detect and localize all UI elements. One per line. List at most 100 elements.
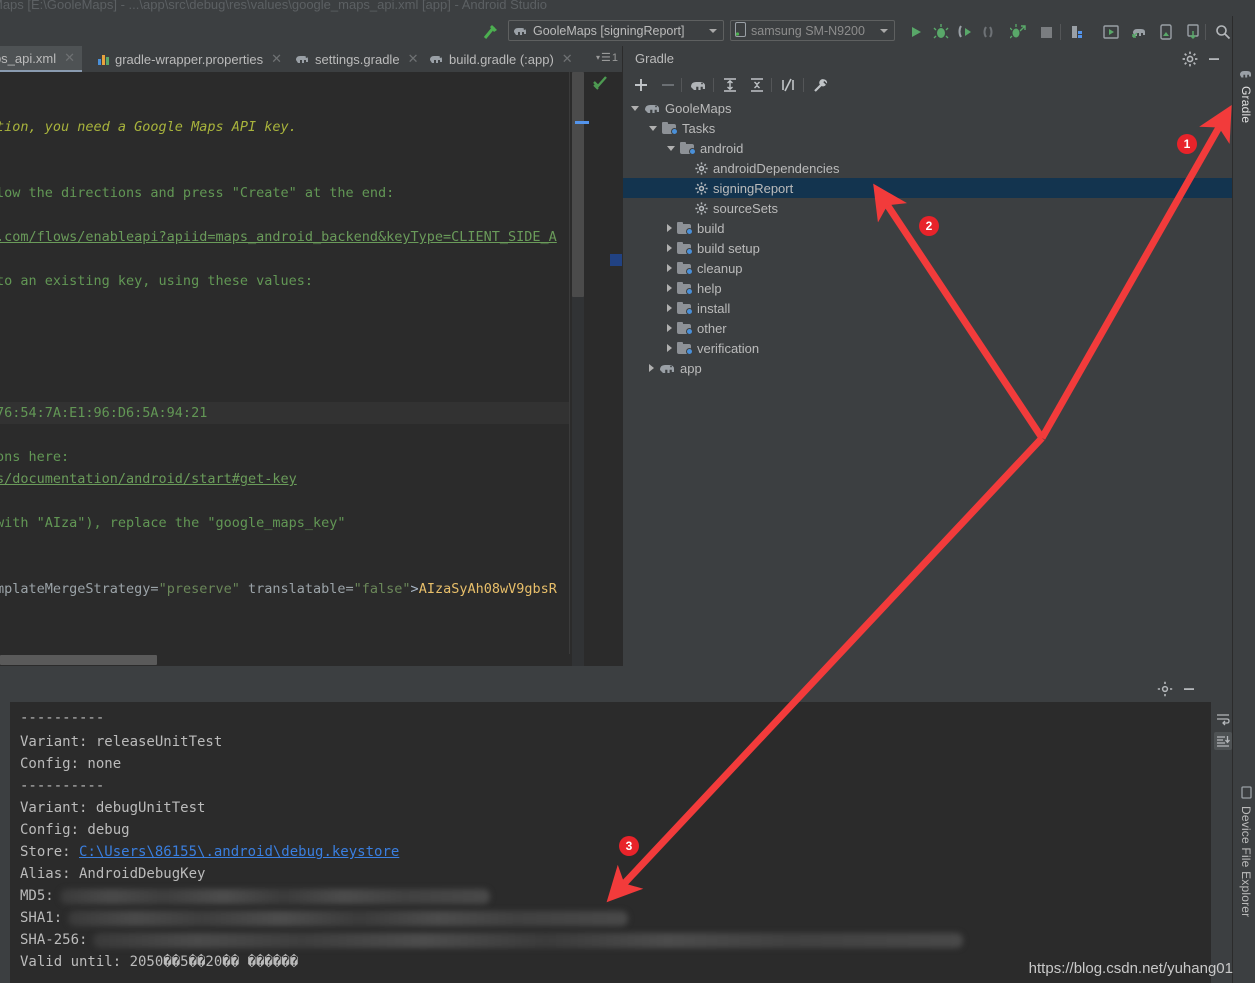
gradle-tree-item-other[interactable]: other — [623, 318, 1234, 338]
xml-attr-name: mplateMergeStrategy= — [0, 581, 159, 597]
chevron-down-icon[interactable] — [631, 105, 639, 111]
minimize-icon[interactable] — [1206, 51, 1222, 67]
gradle-elephant-icon[interactable] — [688, 76, 708, 94]
code-editor[interactable]: tion, you need a Google Maps API key. lo… — [0, 72, 622, 666]
gear-icon[interactable] — [1157, 681, 1173, 697]
run-coverage-icon[interactable] — [955, 21, 977, 43]
chevron-right-icon[interactable] — [667, 264, 672, 272]
attach-debugger-icon[interactable] — [1007, 21, 1029, 43]
gradle-tree-item-label: sourceSets — [713, 200, 779, 216]
close-icon[interactable]: ✕ — [408, 51, 419, 67]
close-icon[interactable]: ✕ — [271, 51, 282, 67]
code-line-link[interactable]: s/documentation/android/start#get-key — [0, 468, 297, 490]
chevron-down-icon[interactable] — [649, 125, 657, 131]
gradle-tree-item-signingreport[interactable]: signingReport — [623, 178, 1234, 198]
editor-tab-google-maps-api-xml[interactable]: aps_api.xml ✕ — [0, 46, 82, 72]
gear-icon[interactable] — [1182, 51, 1198, 67]
chevron-right-icon[interactable] — [667, 224, 672, 232]
gradle-tree-item-build-setup[interactable]: build setup — [623, 238, 1234, 258]
watermark: https://blog.csdn.net/yuhang01 — [1028, 960, 1233, 977]
chevron-right-icon[interactable] — [667, 284, 672, 292]
close-icon[interactable]: ✕ — [562, 51, 573, 67]
run-configuration-selector[interactable]: GooleMaps [signingReport] — [508, 20, 724, 41]
scroll-to-end-icon[interactable] — [1214, 732, 1232, 750]
gradle-elephant-icon — [1239, 68, 1253, 82]
right-rail-tab-device-file-explorer[interactable]: Device File Explorer — [1239, 786, 1253, 917]
profile-icon[interactable] — [980, 21, 1002, 43]
editor-tab-settings-gradle[interactable]: settings.gradle ✕ — [288, 46, 425, 72]
sdk-manager-icon[interactable] — [1068, 21, 1090, 43]
keystore-path-link[interactable]: C:\Users\86155\.android\debug.keystore — [79, 844, 399, 860]
gradle-tree-item-label: Tasks — [682, 120, 716, 136]
right-rail-tab-label: Gradle — [1239, 86, 1253, 124]
phone-icon — [735, 21, 746, 40]
gradle-tree-item-app[interactable]: app — [623, 358, 1234, 378]
editor-hscrollbar-thumb[interactable] — [0, 655, 157, 665]
gradle-task-tree[interactable]: GooleMaps Tasks android androidDependencies… — [623, 98, 1234, 666]
run-icon[interactable] — [905, 21, 927, 43]
add-icon[interactable] — [631, 76, 651, 94]
right-rail-tab-gradle[interactable]: Gradle — [1239, 68, 1253, 123]
layout-inspector-icon[interactable] — [1182, 21, 1204, 43]
gradle-tree-item-android[interactable]: android — [623, 138, 1234, 158]
chevron-right-icon[interactable] — [649, 364, 654, 372]
gradle-tree-item-install[interactable]: install — [623, 298, 1234, 318]
gradle-tree-item-label: cleanup — [697, 260, 743, 276]
chevron-right-icon[interactable] — [667, 304, 672, 312]
redacted-value — [68, 910, 629, 926]
minimize-icon[interactable] — [1181, 681, 1197, 697]
console-label: Store: — [20, 844, 80, 860]
wrap-text-icon[interactable] — [1214, 710, 1232, 728]
chevron-down-icon: ▾ — [595, 53, 600, 62]
chevron-down-icon[interactable] — [880, 28, 888, 33]
xml-attr-name: translatable= — [239, 581, 354, 597]
editor-tab-overflow-button[interactable]: ▾ ☰ 1 — [595, 51, 618, 65]
chevron-right-icon[interactable] — [667, 344, 672, 352]
gradle-tree-item-cleanup[interactable]: cleanup — [623, 258, 1234, 278]
gradle-tree-item-tasks[interactable]: Tasks — [623, 118, 1234, 138]
chevron-right-icon[interactable] — [667, 324, 672, 332]
chevron-down-icon[interactable] — [667, 145, 675, 151]
xml-attr-value: "false" — [353, 581, 411, 597]
editor-marker-bookmark — [575, 121, 589, 124]
close-icon[interactable]: ✕ — [64, 50, 75, 66]
sync-gradle-icon[interactable] — [1128, 21, 1150, 43]
gradle-tree-item-help[interactable]: help — [623, 278, 1234, 298]
wrench-settings-icon[interactable] — [810, 76, 830, 94]
inspection-ok-icon[interactable] — [592, 74, 608, 90]
collapse-all-icon[interactable] — [747, 76, 767, 94]
chevron-right-icon[interactable] — [667, 244, 672, 252]
hammer-build-icon[interactable] — [480, 22, 500, 42]
right-tool-rail: Gradle Device File Explorer — [1232, 16, 1255, 983]
annotation-badge-number: 3 — [625, 839, 633, 853]
gradle-tree-item-goolemaps[interactable]: GooleMaps — [623, 98, 1234, 118]
editor-tab-build-gradle-app[interactable]: build.gradle (:app) ✕ — [422, 46, 580, 72]
toggle-offline-icon[interactable] — [778, 76, 798, 94]
device-manager-icon[interactable] — [1155, 21, 1177, 43]
gradle-tree-item-label: android — [700, 140, 744, 156]
expand-all-icon[interactable] — [720, 76, 740, 94]
console-output[interactable]: ---------- Variant: releaseUnitTest Config… — [10, 702, 1211, 983]
code-line-link[interactable]: .com/flows/enableapi?apiid=maps_android_… — [0, 226, 557, 248]
gradle-tree-item-androiddependencies[interactable]: androidDependencies — [623, 158, 1234, 178]
folder-task-icon — [677, 282, 693, 295]
debug-icon[interactable] — [930, 21, 952, 43]
device-selector[interactable]: samsung SM-N9200 — [730, 20, 895, 41]
gradle-tree-item-label: signingReport — [713, 180, 794, 196]
gradle-tree-item-sourcesets[interactable]: sourceSets — [623, 198, 1234, 218]
gradle-tree-item-label: build — [697, 220, 725, 236]
search-icon[interactable] — [1212, 21, 1234, 43]
folder-task-icon — [677, 322, 693, 335]
remove-icon[interactable] — [658, 76, 678, 94]
console-label: MD5: — [20, 888, 54, 904]
chevron-down-icon[interactable] — [709, 28, 717, 33]
console-line: ---------- — [20, 710, 105, 726]
code-line: ons here: — [0, 449, 70, 465]
avd-manager-icon[interactable] — [1100, 21, 1122, 43]
editor-tab-gradle-wrapper-properties[interactable]: gradle-wrapper.properties ✕ — [90, 46, 289, 72]
editor-scrollbar-thumb[interactable] — [572, 72, 584, 297]
folder-task-icon — [677, 302, 693, 315]
console-line: Valid until: 2050��5��20�� ������ — [20, 954, 299, 970]
gradle-tree-item-verification[interactable]: verification — [623, 338, 1234, 358]
console-line: ---------- — [20, 778, 105, 794]
